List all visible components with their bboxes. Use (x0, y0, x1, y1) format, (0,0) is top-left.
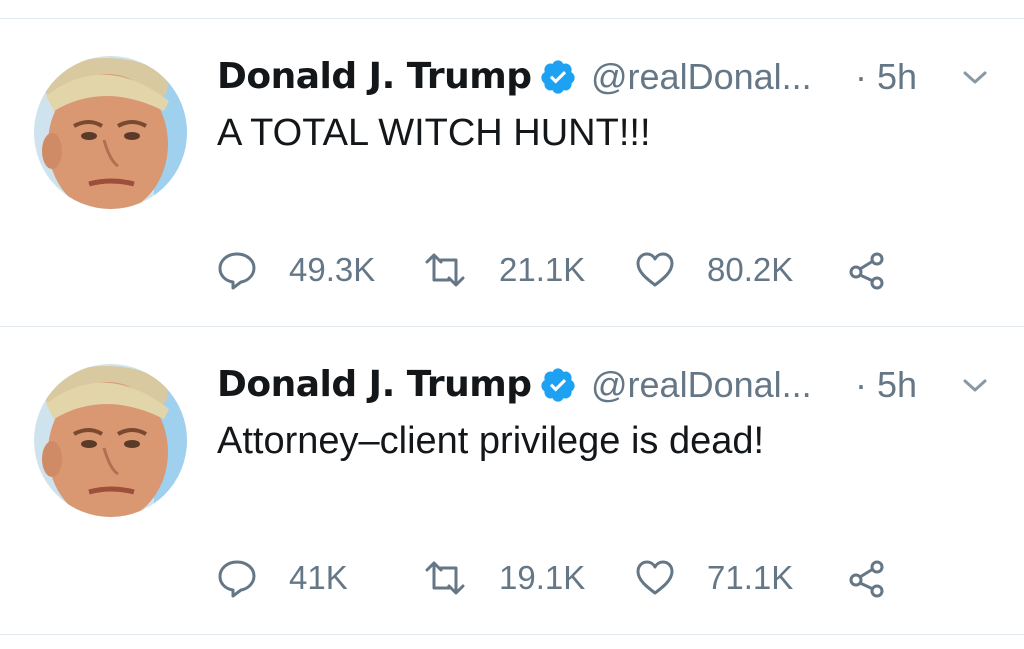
tweet[interactable]: Donald J. Trump @realDonal... · 5h Attor… (0, 326, 1024, 633)
avatar[interactable] (34, 56, 187, 209)
tweet-header: Donald J. Trump @realDonal... · 5h (217, 52, 1007, 102)
share-icon (849, 252, 884, 290)
tweet-actions: 49.3K 21.1K 80.2K (217, 246, 917, 294)
tweet-timestamp[interactable]: · 5h (855, 52, 917, 102)
avatar-image (34, 56, 187, 209)
tweet-text: Attorney–client privilege is dead! (217, 420, 765, 462)
tweet-timestamp[interactable]: · 5h (855, 360, 917, 410)
chevron-down-icon[interactable] (961, 376, 989, 396)
tweet[interactable]: Donald J. Trump @realDonal... · 5h A TOT… (0, 18, 1024, 325)
tweet-header: Donald J. Trump @realDonal... · 5h (217, 360, 1007, 410)
retweet-icon (425, 253, 465, 287)
divider-bottom (0, 634, 1024, 635)
reply-count: 41K (289, 559, 348, 596)
verified-badge-icon (541, 368, 575, 402)
author-name[interactable]: Donald J. Trump (217, 52, 532, 102)
heart-icon (636, 252, 674, 287)
reply-icon (218, 252, 256, 290)
avatar-image (34, 364, 187, 517)
author-handle[interactable]: @realDonal... (591, 52, 812, 102)
share-icon (849, 560, 884, 598)
reply-icon (218, 560, 256, 598)
retweet-count: 21.1K (499, 251, 586, 288)
author-name[interactable]: Donald J. Trump (217, 360, 532, 410)
retweet-count: 19.1K (499, 559, 586, 596)
avatar[interactable] (34, 364, 187, 517)
author-handle[interactable]: @realDonal... (591, 360, 812, 410)
like-count: 71.1K (707, 559, 794, 596)
verified-badge-icon (541, 60, 575, 94)
like-count: 80.2K (707, 251, 794, 288)
retweet-icon (425, 561, 465, 595)
tweet-actions: 41K 19.1K 71.1K (217, 554, 917, 602)
tweet-text: A TOTAL WITCH HUNT!!! (217, 112, 651, 154)
heart-icon (636, 560, 674, 595)
reply-count: 49.3K (289, 251, 376, 288)
chevron-down-icon[interactable] (961, 68, 989, 88)
